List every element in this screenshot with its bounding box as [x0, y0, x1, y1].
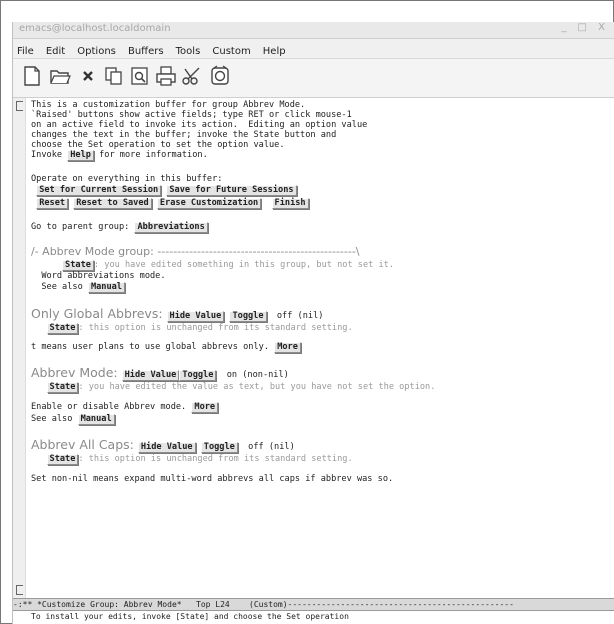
opt2-line: Abbrev Mode: Hide Value Toggle on (non-ni… — [31, 365, 289, 381]
abbreviations-link[interactable]: Abbreviations — [134, 222, 208, 233]
opt1-line: Only Global Abbrevs: Hide Value Toggle o… — [31, 306, 324, 322]
group-manual-link[interactable]: Manual — [87, 282, 125, 293]
opt2-more-button[interactable]: More — [191, 402, 219, 413]
menu-custom[interactable]: Custom — [208, 42, 253, 57]
intro-info-text: for more information. — [93, 150, 208, 160]
info-icon[interactable] — [209, 65, 231, 87]
mode-line: -:** *Customize Group: Abbrev Mode* Top … — [13, 598, 614, 611]
intro-line-2: `Raised' buttons show active fields; typ… — [31, 110, 352, 120]
intro-line-4: changes the text in the buffer; invoke t… — [31, 130, 337, 140]
opt2-state-button[interactable]: State — [46, 382, 79, 393]
window-title: emacs@localhost.localdomain — [19, 23, 171, 34]
opt1-toggle-button[interactable]: Toggle — [229, 311, 267, 322]
opt1-doc: t means user plans to use global abbrevs… — [31, 342, 301, 353]
help-button[interactable]: Help — [67, 150, 94, 161]
menu-tools[interactable]: Tools — [172, 42, 204, 57]
cut-scissors-icon[interactable] — [181, 65, 203, 87]
opt1-state-line: State: this option is unchanged from its… — [31, 323, 353, 334]
group-see-also-text: See also — [41, 282, 88, 292]
parent-group-label: Go to parent group: — [31, 222, 135, 232]
opt3-toggle-button[interactable]: Toggle — [200, 442, 238, 453]
opt1-doc-text: t means user plans to use global abbrevs… — [31, 342, 275, 352]
opt2-manual-link[interactable]: Manual — [77, 414, 115, 425]
operate-row-1: Set for Current Session Save for Future … — [31, 185, 297, 196]
menu-file[interactable]: File — [13, 42, 37, 57]
menu-edit[interactable]: Edit — [42, 42, 68, 57]
intro-line-6: Invoke Help for more information. — [31, 150, 208, 161]
title-bar: emacs@localhost.localdomain _ □ X — [13, 22, 614, 39]
new-file-icon[interactable] — [21, 65, 43, 87]
opt1-more-button[interactable]: More — [274, 342, 301, 353]
erase-customization-button[interactable]: Erase Customization — [156, 198, 262, 209]
group-header: /- Abbrev Mode group: ------------------… — [31, 245, 360, 258]
opt2-toggle-button[interactable]: Toggle — [179, 370, 217, 381]
opt2-tag: Abbrev Mode: — [31, 365, 122, 380]
opt2-see-also-text: See also — [31, 414, 78, 424]
opt3-value: off (nil) — [237, 442, 295, 452]
opt1-state-button[interactable]: State — [46, 323, 79, 334]
group-doc: Word abbreviations mode. — [31, 271, 166, 281]
menu-options[interactable]: Options — [73, 42, 119, 57]
intro-invoke-text: Invoke — [31, 150, 68, 160]
find-icon[interactable] — [129, 65, 151, 87]
group-state-button[interactable]: State — [62, 260, 94, 271]
intro-line-3: on an active field to invoke its action.… — [31, 120, 368, 130]
reset-to-saved-button[interactable]: Reset to Saved — [73, 198, 152, 209]
set-current-session-button[interactable]: Set for Current Session — [36, 185, 162, 196]
intro-line-5: choose the Set operation to set the opti… — [31, 140, 285, 150]
opt2-doc: Enable or disable Abbrev mode. More — [31, 402, 219, 413]
customize-buffer[interactable]: This is a customization buffer for group… — [13, 98, 614, 598]
opt3-tag: Abbrev All Caps: — [31, 437, 138, 452]
parent-group-line: Go to parent group: Abbreviations — [31, 222, 208, 233]
tool-bar — [13, 59, 614, 98]
opt3-hide-value-button[interactable]: Hide Value — [137, 442, 196, 453]
opt2-state-line: State: you have edited the value as text… — [31, 382, 435, 393]
opt1-tag: Only Global Abbrevs: — [31, 306, 167, 321]
group-state-line: State: you have edited something in this… — [31, 260, 394, 271]
finish-button[interactable]: Finish — [271, 198, 309, 209]
reset-button[interactable]: Reset — [36, 198, 69, 209]
intro-line-1: This is a customization buffer for group… — [31, 100, 306, 110]
open-folder-icon[interactable] — [49, 65, 71, 87]
fringe-bottom-marker — [16, 585, 23, 595]
opt2-see-also: See also Manual — [31, 414, 115, 425]
window-controls[interactable]: _ □ X — [561, 22, 609, 33]
opt3-doc: Set non-nil means expand multi-word abbr… — [31, 474, 394, 484]
opt1-state-text: : this option is unchanged from its stan… — [78, 323, 353, 333]
group-doc-text: Word abbreviations mode. — [41, 271, 166, 281]
group-header-text: /- Abbrev Mode group: ------------------… — [31, 245, 360, 258]
operate-row-2: Reset Reset to Saved Erase Customization… — [31, 198, 309, 209]
fringe-top-marker — [16, 101, 23, 111]
opt2-state-text: : you have edited the value as text, but… — [78, 382, 436, 392]
copy-icon[interactable] — [103, 65, 125, 87]
save-future-sessions-button[interactable]: Save for Future Sessions — [166, 185, 297, 196]
group-state-text: : you have edited something in this grou… — [93, 260, 395, 270]
opt1-value: off (nil) — [266, 311, 324, 321]
opt1-hide-value-button[interactable]: Hide Value — [166, 311, 225, 322]
menu-buffers[interactable]: Buffers — [124, 42, 167, 57]
opt3-state-button[interactable]: State — [46, 454, 79, 465]
opt2-value: on (non-nil) — [216, 370, 289, 380]
group-see-also: See also Manual — [31, 282, 125, 293]
opt3-state-text: : this option is unchanged from its stan… — [78, 454, 353, 464]
close-x-icon[interactable] — [77, 65, 99, 87]
menu-help[interactable]: Help — [259, 42, 289, 57]
echo-area: To install your edits, invoke [State] an… — [13, 611, 614, 624]
opt3-line: Abbrev All Caps: Hide Value Toggle off (… — [31, 437, 295, 453]
menu-bar: File Edit Options Buffers Tools Custom H… — [13, 39, 614, 59]
opt2-hide-value-button[interactable]: Hide Value — [121, 370, 180, 381]
emacs-window: emacs@localhost.localdomain _ □ X File E… — [12, 22, 614, 624]
opt2-doc-text: Enable or disable Abbrev mode. — [31, 402, 192, 412]
operate-label: Operate on everything in this buffer: — [31, 174, 223, 184]
opt3-state-line: State: this option is unchanged from its… — [31, 454, 353, 465]
left-fringe — [13, 98, 26, 598]
print-icon[interactable] — [155, 65, 177, 87]
